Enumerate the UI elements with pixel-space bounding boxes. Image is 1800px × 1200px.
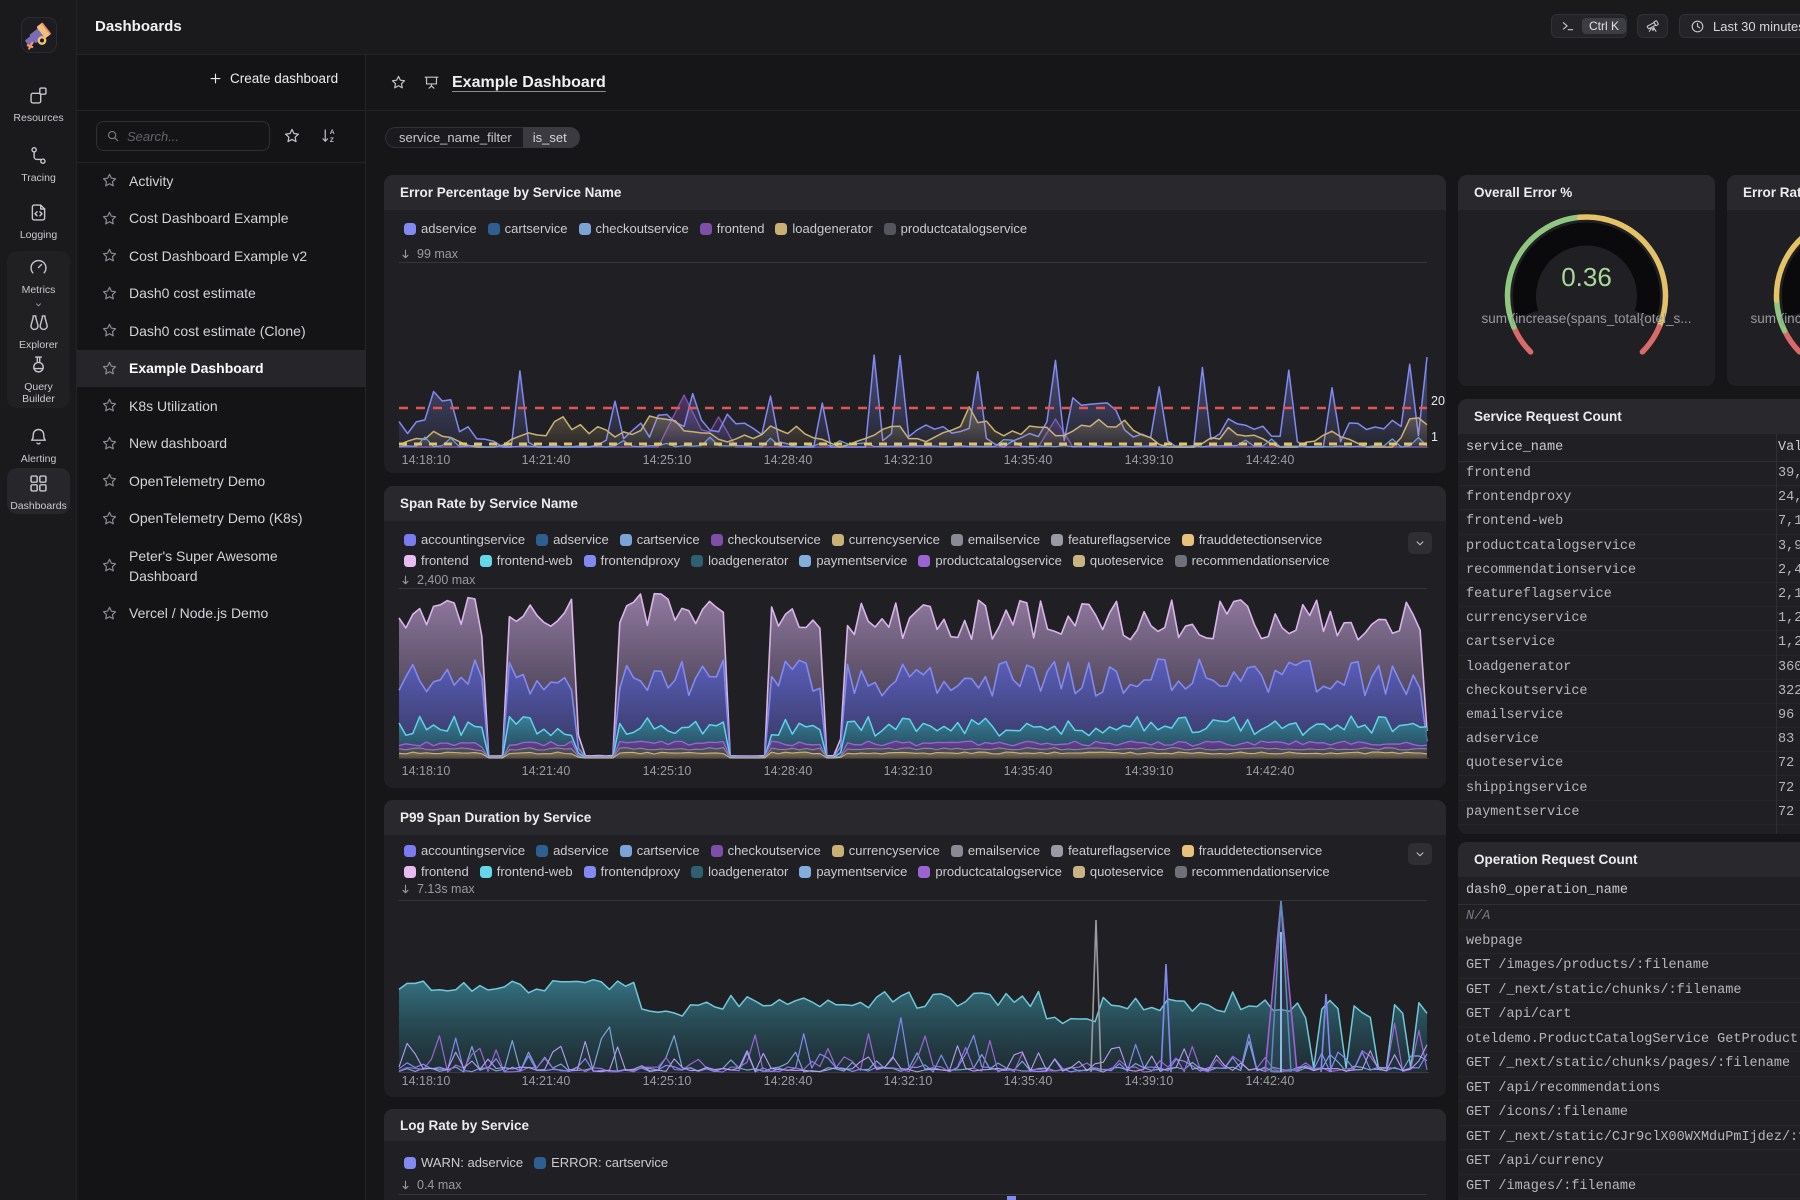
- svg-text:14:18:10: 14:18:10: [402, 1074, 451, 1088]
- svg-text:14:35:40: 14:35:40: [1004, 764, 1053, 778]
- svg-text:14:32:10: 14:32:10: [884, 764, 933, 778]
- svg-text:14:35:40: 14:35:40: [1004, 453, 1053, 467]
- svg-text:14:25:10: 14:25:10: [643, 453, 692, 467]
- svg-text:14:25:10: 14:25:10: [643, 764, 692, 778]
- svg-text:14:42:40: 14:42:40: [1246, 1074, 1295, 1088]
- svg-text:14:18:10: 14:18:10: [402, 764, 451, 778]
- svg-text:14:18:10: 14:18:10: [402, 453, 451, 467]
- svg-text:14:39:10: 14:39:10: [1125, 453, 1174, 467]
- svg-text:14:35:40: 14:35:40: [1004, 1074, 1053, 1088]
- svg-text:14:42:40: 14:42:40: [1246, 453, 1295, 467]
- svg-text:sum (increase(spans_total{otel: sum (increase(spans_total{otel_s...: [1481, 311, 1691, 326]
- svg-text:14:32:10: 14:32:10: [884, 453, 933, 467]
- svg-text:14:28:40: 14:28:40: [764, 764, 813, 778]
- svg-text:14:32:10: 14:32:10: [884, 1074, 933, 1088]
- svg-text:Z: Z: [330, 137, 334, 144]
- svg-text:14:25:10: 14:25:10: [643, 1074, 692, 1088]
- svg-text:14:42:40: 14:42:40: [1246, 764, 1295, 778]
- svg-text:0.36: 0.36: [1561, 262, 1612, 292]
- svg-text:14:39:10: 14:39:10: [1125, 764, 1174, 778]
- svg-text:A: A: [330, 129, 335, 136]
- svg-text:14:21:40: 14:21:40: [522, 1074, 571, 1088]
- svg-text:14:39:10: 14:39:10: [1125, 1074, 1174, 1088]
- svg-text:14:21:40: 14:21:40: [522, 764, 571, 778]
- svg-text:sum (increase(spans_total{otel: sum (increase(spans_total{otel_s...: [1750, 311, 1800, 326]
- svg-text:1: 1: [1431, 430, 1438, 444]
- svg-text:20: 20: [1431, 394, 1445, 408]
- svg-text:14:28:40: 14:28:40: [764, 1074, 813, 1088]
- svg-text:14:21:40: 14:21:40: [522, 453, 571, 467]
- svg-text:14:28:40: 14:28:40: [764, 453, 813, 467]
